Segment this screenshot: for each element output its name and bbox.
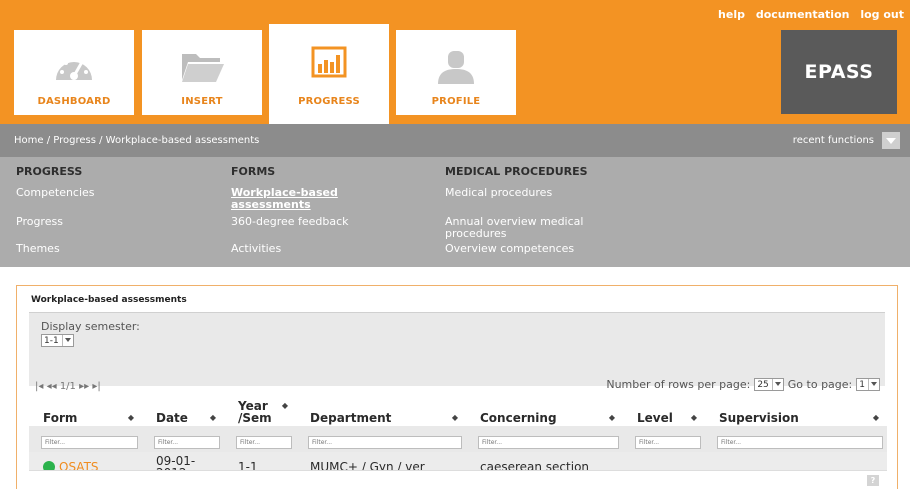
recent-functions[interactable]: recent functions xyxy=(793,132,900,149)
column-label: Department xyxy=(310,411,392,425)
sort-icon[interactable]: ◆ xyxy=(282,400,288,412)
column-header-year-sem[interactable]: Year /Sem ◆ xyxy=(224,396,296,426)
pagination: |◂ ◂◂ 1/1 ▸▸ ▸| xyxy=(35,381,101,392)
sort-icon[interactable]: ◆ xyxy=(210,412,216,424)
table-header-row: Form ◆ Date ◆ Year /Sem ◆ Department ◆ Conce… xyxy=(29,396,887,426)
menu-heading: MEDICAL PROCEDURES xyxy=(445,165,588,178)
semester-value: 1-1 xyxy=(44,335,59,346)
sort-icon[interactable]: ◆ xyxy=(873,412,879,424)
tab-label: INSERT xyxy=(181,96,223,107)
panel-title: Workplace-based assessments xyxy=(31,295,187,305)
goto-page-select[interactable]: 1 xyxy=(856,378,880,391)
sort-icon[interactable]: ◆ xyxy=(128,412,134,424)
semester-filter-box: Display semester: 1-1 xyxy=(29,312,885,386)
column-header-concerning[interactable]: Concerning ◆ xyxy=(466,396,623,426)
filter-department-input[interactable] xyxy=(308,436,462,449)
menu-heading: FORMS xyxy=(231,165,276,178)
column-header-department[interactable]: Department ◆ xyxy=(296,396,466,426)
column-header-level[interactable]: Level ◆ xyxy=(623,396,705,426)
next-page-icon[interactable]: ▸▸ xyxy=(79,381,89,392)
filter-form-input[interactable] xyxy=(41,436,138,449)
folder-icon xyxy=(182,54,224,82)
chevron-down-icon[interactable] xyxy=(882,132,900,149)
menu-column-forms: FORMS Workplace-based assessments 360-de… xyxy=(231,165,421,255)
logout-link[interactable]: log out xyxy=(860,8,904,21)
menu-column-progress: PROGRESS Competencies Progress Themes xyxy=(16,165,196,255)
column-label: Year /Sem xyxy=(238,399,272,425)
menu-item-overview-competences[interactable]: Overview competences xyxy=(445,243,574,255)
tab-label: DASHBOARD xyxy=(37,96,111,107)
semester-select[interactable]: 1-1 xyxy=(41,334,74,347)
rows-per-page-select[interactable]: 25 xyxy=(754,378,784,391)
menu-item-medical-procedures[interactable]: Medical procedures xyxy=(445,187,552,199)
menu-column-medical-procedures: MEDICAL PROCEDURES Medical procedures An… xyxy=(445,165,665,255)
rows-per-page-control: Number of rows per page: 25 Go to page: … xyxy=(606,378,884,391)
rows-per-page-label: Number of rows per page: xyxy=(606,378,751,391)
filter-supervision-input[interactable] xyxy=(717,436,883,449)
user-silhouette-icon xyxy=(438,51,474,84)
last-page-icon[interactable]: ▸| xyxy=(92,381,100,392)
sort-icon[interactable]: ◆ xyxy=(452,412,458,424)
goto-page-label: Go to page: xyxy=(787,378,853,391)
help-link[interactable]: help xyxy=(718,8,745,21)
table-filter-row xyxy=(29,426,887,452)
menu-item-themes[interactable]: Themes xyxy=(16,243,60,255)
top-links: help documentation log out xyxy=(711,8,904,21)
chevron-down-icon xyxy=(771,379,783,390)
menu-item-competencies[interactable]: Competencies xyxy=(16,187,95,199)
menu-item-annual-overview[interactable]: Annual overview medical procedures xyxy=(445,216,635,240)
breadcrumb[interactable]: Home / Progress / Workplace-based assess… xyxy=(14,135,259,146)
column-header-date[interactable]: Date ◆ xyxy=(142,396,224,426)
menu-item-workplace-based-assessments[interactable]: Workplace-based assessments xyxy=(231,187,371,211)
breadcrumb-bar: Home / Progress / Workplace-based assess… xyxy=(0,124,910,157)
table-footer: ? xyxy=(29,470,887,489)
filter-year-sem-input[interactable] xyxy=(236,436,292,449)
goto-page-value: 1 xyxy=(859,379,865,390)
top-header: help documentation log out DASHBOARD INS… xyxy=(0,0,910,131)
sort-icon[interactable]: ◆ xyxy=(691,412,697,424)
tab-insert[interactable]: INSERT xyxy=(142,30,262,115)
tab-label: PROFILE xyxy=(431,96,481,107)
tab-dashboard[interactable]: DASHBOARD xyxy=(14,30,134,115)
navigation-menu: PROGRESS Competencies Progress Themes FO… xyxy=(0,157,910,267)
semester-label: Display semester: xyxy=(41,320,140,333)
rows-per-page-value: 25 xyxy=(757,379,769,390)
bar-chart-icon xyxy=(311,46,347,78)
tab-profile[interactable]: PROFILE xyxy=(396,30,516,115)
menu-item-progress[interactable]: Progress xyxy=(16,216,63,228)
chevron-down-icon xyxy=(61,335,73,346)
speedometer-icon xyxy=(56,58,92,80)
documentation-link[interactable]: documentation xyxy=(756,8,850,21)
column-header-form[interactable]: Form ◆ xyxy=(29,396,142,426)
column-label: Supervision xyxy=(719,411,799,425)
brand-logo: EPASS xyxy=(781,30,897,114)
tab-label: PROGRESS xyxy=(298,96,360,107)
assessments-panel: Workplace-based assessments Display seme… xyxy=(16,285,898,489)
recent-functions-label: recent functions xyxy=(792,135,874,146)
menu-item-activities[interactable]: Activities xyxy=(231,243,281,255)
column-header-supervision[interactable]: Supervision ◆ xyxy=(705,396,887,426)
chevron-down-icon xyxy=(868,379,879,390)
filter-date-input[interactable] xyxy=(154,436,220,449)
sort-icon[interactable]: ◆ xyxy=(609,412,615,424)
help-icon[interactable]: ? xyxy=(867,475,879,486)
tab-progress[interactable]: PROGRESS xyxy=(269,24,389,124)
first-page-icon[interactable]: |◂ xyxy=(35,381,43,392)
column-label: Form xyxy=(43,411,78,425)
prev-page-icon[interactable]: ◂◂ xyxy=(47,381,57,392)
filter-concerning-input[interactable] xyxy=(478,436,619,449)
column-label: Date xyxy=(156,411,188,425)
column-label: Level xyxy=(637,411,673,425)
filter-level-input[interactable] xyxy=(635,436,701,449)
page-indicator: 1/1 xyxy=(59,381,76,392)
column-label: Concerning xyxy=(480,411,557,425)
menu-heading: PROGRESS xyxy=(16,165,83,178)
menu-item-360-feedback[interactable]: 360-degree feedback xyxy=(231,216,349,228)
